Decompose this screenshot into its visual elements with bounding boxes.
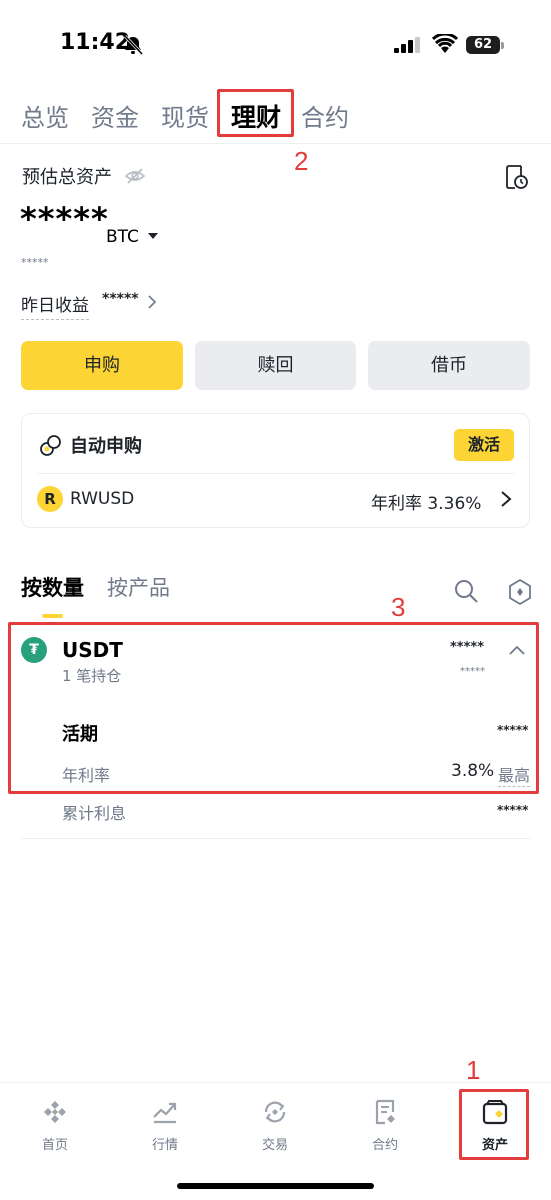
nav-label: 行情 [151,1138,178,1153]
nav-markets[interactable]: 行情 [130,1098,200,1153]
rwusd-label[interactable]: RWUSD [70,489,134,509]
eye-hidden-icon[interactable] [124,166,146,186]
accrued-interest-label: 累计利息 [62,804,127,823]
annotation-number-3: 3 [391,592,406,622]
flexible-label: 活期 [62,724,98,745]
rwusd-apr[interactable]: 年利率 3.36% [371,489,481,514]
signal-icon [394,37,420,53]
balance-fiat-hidden: ***** [21,256,49,269]
apr-label: 年利率 [62,766,111,785]
holding-amount-hidden: ***** [450,640,484,655]
history-icon[interactable] [505,164,529,190]
nav-trade[interactable]: 交易 [240,1098,310,1153]
search-icon[interactable] [453,578,479,604]
holding-symbol[interactable]: USDT [62,638,123,662]
trade-icon [264,1101,286,1123]
wifi-icon [432,34,458,53]
futures-icon [375,1099,395,1125]
chevron-up-icon[interactable] [508,644,526,656]
card-divider [37,473,514,474]
nav-label: 交易 [261,1138,288,1153]
battery-tip [501,42,504,49]
tab-overview[interactable]: 总览 [21,98,69,133]
tab-spot[interactable]: 现货 [161,98,209,133]
balance-hidden: ***** [20,200,109,238]
annotation-number-1: 1 [466,1055,481,1085]
tabs-divider [0,143,551,144]
auto-subscribe-icon [40,435,61,456]
borrow-button[interactable]: 借币 [368,341,530,390]
flexible-amount-hidden: ***** [497,723,529,737]
estimated-assets-label: 预估总资产 [22,167,112,188]
yesterday-pnl-label[interactable]: 昨日收益 [21,291,89,320]
markets-icon [153,1102,177,1124]
chevron-right-icon[interactable] [500,490,512,508]
holding-positions: 1 笔持仓 [62,667,122,685]
subtab-indicator [42,614,63,618]
caret-down-icon[interactable] [148,232,158,240]
annotation-box-assets [459,1089,529,1160]
accrued-interest-hidden: ***** [497,803,529,817]
auto-subscribe-title: 自动申购 [70,436,142,457]
subtab-by-quantity[interactable]: 按数量 [21,572,84,602]
tab-futures[interactable]: 合约 [301,98,349,133]
nav-futures[interactable]: 合约 [350,1098,420,1153]
usdt-logo-icon: ₮ [21,637,47,663]
subtab-by-product[interactable]: 按产品 [107,572,170,602]
status-time: 11:42 [60,30,131,55]
hexagon-settings-icon[interactable] [507,578,533,606]
nav-home[interactable]: 首页 [20,1098,90,1153]
list-divider [21,838,530,839]
battery-indicator: 62 [466,36,500,54]
rwusd-logo-icon: R [37,486,63,512]
activate-button[interactable]: 激活 [454,429,514,461]
currency-selector[interactable]: BTC [106,227,139,247]
subscribe-button[interactable]: 申购 [21,341,183,390]
yesterday-pnl-value: ***** [102,291,139,307]
annotation-number-2: 2 [294,146,309,176]
chevron-right-icon[interactable] [147,295,157,309]
bell-muted-icon [123,34,144,56]
tab-funding[interactable]: 资金 [91,98,139,133]
redeem-button[interactable]: 赎回 [195,341,356,390]
holding-amount-sub-hidden: ***** [460,666,485,677]
home-indicator[interactable] [177,1183,374,1189]
apr-max-label[interactable]: 最高 [498,762,531,787]
nav-label: 首页 [41,1138,68,1153]
nav-label: 合约 [371,1138,398,1153]
annotation-box-earn-tab [217,89,294,137]
apr-value: 3.8% [451,761,495,781]
home-icon [44,1101,66,1123]
